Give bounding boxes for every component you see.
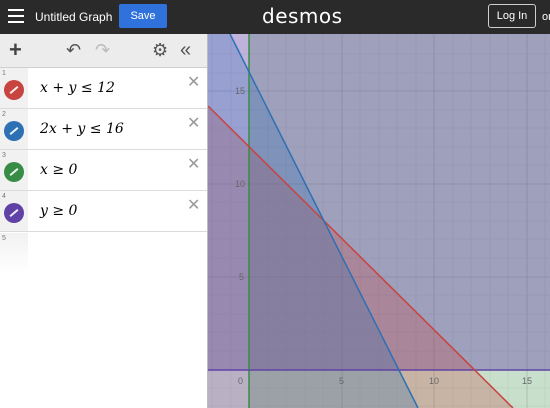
empty-expression-row[interactable]: 5 [0,233,207,273]
close-icon[interactable]: ✕ [187,113,200,133]
x-tick-label: 5 [339,376,344,386]
x-tick-label: 10 [429,376,439,386]
expression-row[interactable]: 4 y ≥ 0 ✕ [0,191,207,232]
color-swatch-icon[interactable] [4,162,24,182]
color-swatch-icon[interactable] [4,121,24,141]
expression-number: 1 [2,70,6,77]
y-tick-label: 10 [235,179,245,189]
color-swatch-icon[interactable] [4,80,24,100]
top-bar: Untitled Graph Save desmos Log In or [0,0,550,34]
color-swatch-icon[interactable] [4,203,24,223]
menu-icon[interactable] [8,9,24,25]
expression-input[interactable]: x ≥ 0 [40,162,77,178]
close-icon[interactable]: ✕ [187,72,200,92]
expression-row[interactable]: 1 x + y ≤ 12 ✕ [0,68,207,109]
x-tick-label: 0 [238,376,243,386]
add-item-icon[interactable]: + [9,39,22,61]
y-tick-label: 15 [235,86,245,96]
expression-number: 3 [2,152,6,159]
save-button[interactable]: Save [119,4,167,28]
expression-toolbar: + ↶ ↷ ⚙ « [0,34,207,68]
expression-number: 2 [2,111,6,118]
or-text: or [542,11,550,23]
expression-input[interactable]: y ≥ 0 [40,203,77,219]
expression-list: 1 x + y ≤ 12 ✕ 2 2x + y ≤ 16 ✕ 3 x ≥ 0 ✕… [0,68,207,408]
undo-icon[interactable]: ↶ [66,40,81,60]
collapse-panel-icon[interactable]: « [180,40,191,60]
expression-input[interactable]: 2x + y ≤ 16 [40,121,124,137]
expression-input[interactable]: x + y ≤ 12 [40,80,115,96]
expression-row[interactable]: 3 x ≥ 0 ✕ [0,150,207,191]
expression-number: 5 [2,235,6,242]
expression-row[interactable]: 2 2x + y ≤ 16 ✕ [0,109,207,150]
login-button[interactable]: Log In [488,4,536,28]
close-icon[interactable]: ✕ [187,154,200,174]
gear-icon[interactable]: ⚙ [152,40,168,60]
y-tick-label: 5 [239,272,244,282]
graph-paper[interactable]: 0 5 10 15 5 10 15 [208,34,550,408]
expression-number: 4 [2,193,6,200]
graph-title[interactable]: Untitled Graph [35,10,112,24]
desmos-logo: desmos [262,4,343,28]
close-icon[interactable]: ✕ [187,195,200,215]
x-tick-label: 15 [522,376,532,386]
redo-icon[interactable]: ↷ [95,40,110,60]
